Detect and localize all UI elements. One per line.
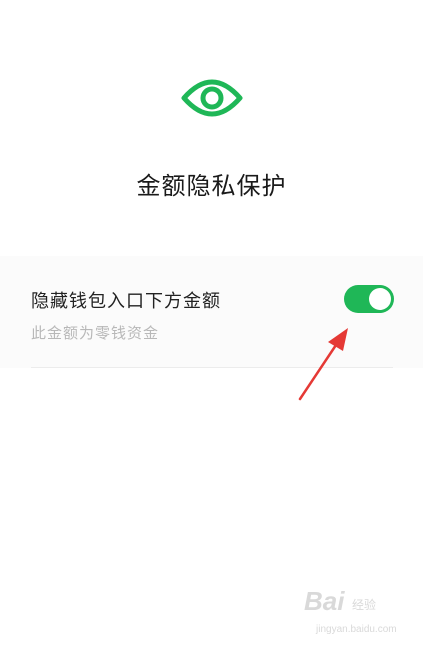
watermark-logo: Bai: [304, 586, 345, 616]
hide-amount-toggle[interactable]: [344, 285, 394, 313]
page-title: 金额隐私保护: [136, 172, 287, 200]
watermark: Bai 经验 jingyan.baidu.com: [300, 586, 412, 636]
watermark-url: jingyan.baidu.com: [316, 624, 397, 635]
watermark-sub: 经验: [352, 598, 377, 612]
setting-description: 此金额为零钱资金: [31, 324, 160, 342]
annotation-arrow: [298, 328, 348, 401]
toggle-knob: [369, 288, 391, 310]
setting-label: 隐藏钱包入口下方金额: [31, 291, 221, 312]
eye-icon: [181, 79, 243, 117]
